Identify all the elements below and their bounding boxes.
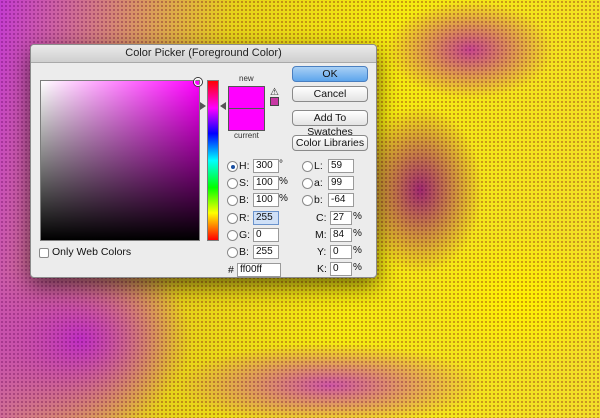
rgb-b-input[interactable]: 255 — [253, 245, 279, 259]
rgb-b-label: B: — [239, 246, 249, 258]
r-input[interactable]: 255 — [253, 211, 279, 225]
c-label: C: — [316, 212, 327, 224]
l-input[interactable]: 59 — [328, 159, 354, 173]
current-label: current — [234, 131, 259, 140]
h-input[interactable]: 300 — [253, 159, 279, 173]
lab-b-input[interactable]: -64 — [328, 193, 354, 207]
y-label: Y: — [317, 246, 327, 258]
add-to-swatches-button[interactable]: Add To Swatches — [292, 110, 368, 138]
saturation-brightness-field[interactable] — [40, 78, 202, 241]
k-unit: % — [353, 262, 362, 273]
c-input[interactable]: 27 — [330, 211, 352, 225]
color-picker-dialog: Color Picker (Foreground Color) new curr… — [30, 44, 377, 278]
c-unit: % — [353, 211, 362, 222]
only-web-colors-checkbox[interactable] — [39, 248, 49, 258]
y-input[interactable]: 0 — [330, 245, 352, 259]
k-label: K: — [317, 263, 327, 275]
m-label: M: — [315, 229, 327, 241]
color-libraries-button[interactable]: Color Libraries — [292, 135, 368, 151]
radio-h[interactable] — [227, 161, 238, 172]
m-input[interactable]: 84 — [330, 228, 352, 242]
y-unit: % — [353, 245, 362, 256]
b-label: B: — [239, 194, 249, 206]
hue-slider[interactable] — [207, 80, 219, 241]
hue-slider-left-arrow-icon[interactable] — [200, 102, 206, 110]
ok-button[interactable]: OK — [292, 66, 368, 82]
current-color-swatch[interactable] — [228, 108, 265, 131]
cancel-button[interactable]: Cancel — [292, 86, 368, 102]
new-color-swatch — [228, 86, 265, 110]
hex-label: # — [228, 264, 234, 276]
b-input[interactable]: 100 — [253, 193, 279, 207]
g-input[interactable]: 0 — [253, 228, 279, 242]
k-input[interactable]: 0 — [330, 262, 352, 276]
m-unit: % — [353, 228, 362, 239]
radio-b[interactable] — [227, 195, 238, 206]
radio-g[interactable] — [227, 230, 238, 241]
b-unit: % — [279, 193, 288, 204]
s-input[interactable]: 100 — [253, 176, 279, 190]
radio-s[interactable] — [227, 178, 238, 189]
radio-r[interactable] — [227, 213, 238, 224]
hue-slider-right-arrow-icon[interactable] — [220, 102, 226, 110]
g-label: G: — [239, 229, 251, 241]
field-marker[interactable] — [194, 78, 202, 86]
lab-b-label: b: — [314, 194, 323, 206]
s-label: S: — [239, 177, 249, 189]
h-unit: ° — [279, 159, 283, 170]
dialog-title: Color Picker (Foreground Color) — [31, 45, 376, 63]
hex-input[interactable]: ff00ff — [237, 263, 281, 277]
s-unit: % — [279, 176, 288, 187]
new-label: new — [239, 74, 254, 83]
h-label: H: — [239, 160, 250, 172]
r-label: R: — [239, 212, 250, 224]
only-web-colors-label: Only Web Colors — [52, 246, 132, 258]
a-label: a: — [314, 177, 323, 189]
l-label: L: — [314, 160, 323, 172]
radio-rgb-b[interactable] — [227, 247, 238, 258]
radio-lab-b[interactable] — [302, 195, 313, 206]
a-input[interactable]: 99 — [328, 176, 354, 190]
web-cube-icon[interactable] — [270, 97, 279, 106]
radio-a[interactable] — [302, 178, 313, 189]
radio-l[interactable] — [302, 161, 313, 172]
